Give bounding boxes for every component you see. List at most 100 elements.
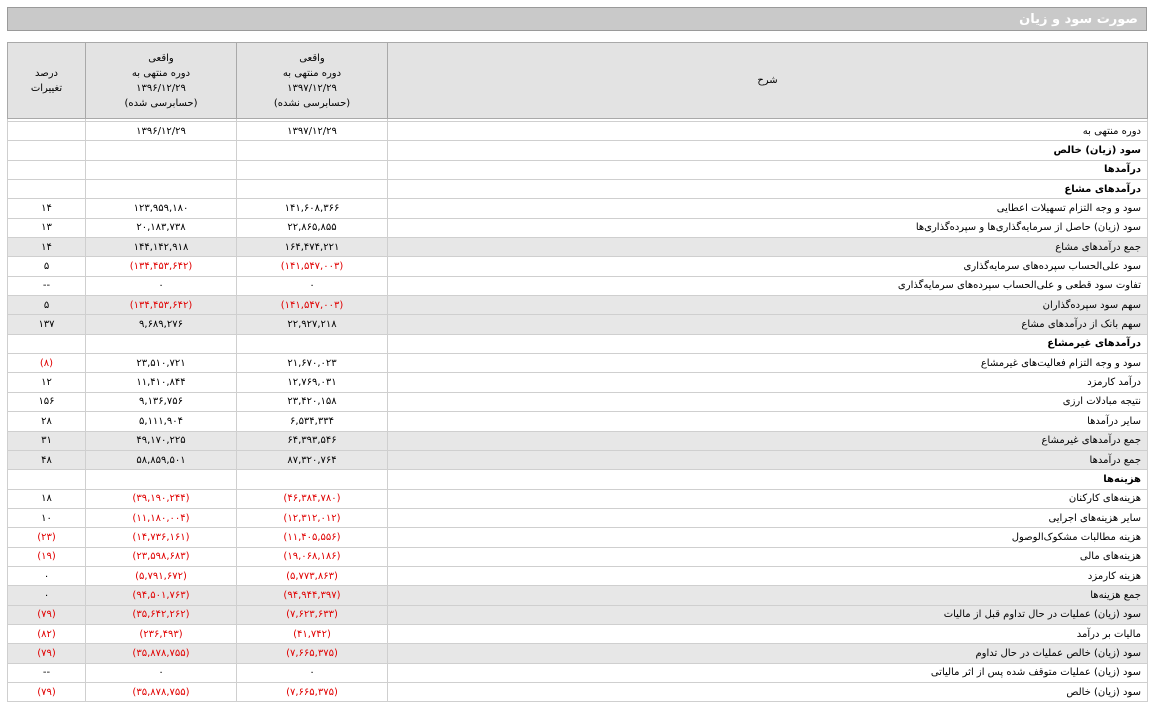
row-current-value: ۱۳۹۷/۱۲/۲۹	[236, 120, 388, 142]
row-description: سود (زیان) عملیات متوقف شده پس از اثر ما…	[387, 662, 1148, 683]
row-percent-change: (۲۳)	[7, 527, 86, 548]
header-current-period: واقعی دوره منتهی به ۱۳۹۷/۱۲/۲۹ (حسابرسی …	[236, 42, 388, 119]
table-row: جمع درآمدهای غیرمشاع ۶۴,۳۹۳,۵۴۶ ۴۹,۱۷۰,۲۲۵…	[7, 430, 1148, 451]
row-percent-change: ۱۲	[7, 372, 86, 393]
row-percent-change: --	[7, 662, 86, 683]
row-current-value	[236, 140, 388, 161]
row-percent-change: --	[7, 275, 86, 297]
row-current-value: (۵,۷۷۳,۸۶۳)	[236, 565, 388, 587]
table-row: درآمدهای غیرمشاع	[7, 333, 1148, 355]
row-description: سایر درآمدها	[387, 411, 1148, 432]
row-percent-change: ۱۰	[7, 507, 86, 529]
table-row: سایر هزینه‌های اجرایی (۱۲,۳۱۲,۰۱۲) (۱۱,۱۸۰…	[7, 507, 1148, 529]
table-row: سود و وجه التزام فعالیت‌های غیرمشاع ۲۱,۶۷…	[7, 353, 1148, 374]
row-percent-change: (۷۹)	[7, 643, 86, 664]
row-current-value: ۱۶۴,۴۷۴,۲۲۱	[236, 237, 388, 258]
row-description: هزینه‌های کارکنان	[387, 488, 1148, 509]
row-description: سایر هزینه‌های اجرایی	[387, 507, 1148, 529]
row-previous-value: ۱۱,۴۱۰,۸۴۴	[85, 372, 237, 393]
row-percent-change: ۲۸	[7, 411, 86, 432]
row-previous-value: ۹,۶۸۹,۲۷۶	[85, 314, 237, 335]
row-description: درآمدهای مشاع	[387, 179, 1148, 200]
table-row: نتیجه مبادلات ارزی ۲۳,۴۲۰,۱۵۸ ۹,۱۳۶,۷۵۶ ۱۵۶	[7, 391, 1148, 413]
row-percent-change: ۱۴	[7, 237, 86, 258]
row-previous-value: (۱۳۴,۴۵۳,۶۴۲)	[85, 295, 237, 316]
row-percent-change	[7, 159, 86, 181]
row-percent-change: ۱۴	[7, 198, 86, 219]
row-previous-value: ۴۹,۱۷۰,۲۲۵	[85, 430, 237, 451]
row-percent-change: ۱۳	[7, 217, 86, 239]
table-row: سود (زیان) عملیات در حال تداوم قبل از ما…	[7, 604, 1148, 625]
row-current-value: (۹۴,۹۴۴,۳۹۷)	[236, 585, 388, 606]
row-percent-change: ۰	[7, 565, 86, 587]
table-row: سود و وجه التزام تسهیلات اعطایی ۱۴۱,۶۰۸,۳…	[7, 198, 1148, 219]
row-previous-value: ۱۴۴,۱۴۲,۹۱۸	[85, 237, 237, 258]
header-previous-period: واقعی دوره منتهی به ۱۳۹۶/۱۲/۲۹ (حسابرسی …	[85, 42, 237, 119]
table-row: سود (زیان) خالص	[7, 140, 1148, 161]
row-current-value: ۲۱,۶۷۰,۰۲۳	[236, 353, 388, 374]
row-current-value: (۴۶,۳۸۴,۷۸۰)	[236, 488, 388, 509]
row-current-value: ۰	[236, 275, 388, 297]
row-description: جمع درآمدهای غیرمشاع	[387, 430, 1148, 451]
row-previous-value: ۰	[85, 275, 237, 297]
row-description: درآمدهای غیرمشاع	[387, 333, 1148, 355]
row-previous-value: ۲۳,۵۱۰,۷۲۱	[85, 353, 237, 374]
table-row: هزینه‌ها	[7, 469, 1148, 490]
header-description: شرح	[387, 42, 1148, 119]
table-row: جمع درآمدها ۸۷,۳۲۰,۷۶۴ ۵۸,۸۵۹,۵۰۱ ۴۸	[7, 449, 1148, 471]
row-current-value: (۱۹,۰۶۸,۱۸۶)	[236, 546, 388, 567]
row-current-value: (۴۱,۷۴۲)	[236, 623, 388, 645]
row-current-value: ۸۷,۳۲۰,۷۶۴	[236, 449, 388, 471]
row-description: سود (زیان) عملیات در حال تداوم قبل از ما…	[387, 604, 1148, 625]
row-description: تفاوت سود قطعی و علی‌الحساب سپرده‌های سر…	[387, 275, 1148, 297]
row-description: سود (زیان) حاصل از سرمایه‌گذاری‌ها و سپر…	[387, 217, 1148, 239]
row-percent-change: (۷۹)	[7, 604, 86, 625]
table-row: درآمد کارمزد ۱۲,۷۶۹,۰۳۱ ۱۱,۴۱۰,۸۴۴ ۱۲	[7, 372, 1148, 393]
table-body: دوره منتهی به ۱۳۹۷/۱۲/۲۹ ۱۳۹۶/۱۲/۲۹ سود (زی…	[7, 118, 1148, 702]
row-percent-change: ۱۸	[7, 488, 86, 509]
row-current-value: ۲۳,۴۲۰,۱۵۸	[236, 391, 388, 413]
row-description: سود و وجه التزام تسهیلات اعطایی	[387, 198, 1148, 219]
row-previous-value	[85, 140, 237, 161]
row-percent-change: ۱۳۷	[7, 314, 86, 335]
row-current-value: (۷,۶۶۵,۳۷۵)	[236, 643, 388, 664]
row-previous-value	[85, 179, 237, 200]
table-row: هزینه‌های مالی (۱۹,۰۶۸,۱۸۶) (۲۳,۵۹۸,۶۸۳) (۱…	[7, 546, 1148, 567]
table-row: درآمدهای مشاع	[7, 179, 1148, 200]
row-percent-change: ۳۱	[7, 430, 86, 451]
row-current-value: (۷,۶۲۳,۶۳۳)	[236, 604, 388, 625]
row-description: مالیات بر درآمد	[387, 623, 1148, 645]
row-percent-change: (۸)	[7, 353, 86, 374]
row-current-value: ۱۴۱,۶۰۸,۳۶۶	[236, 198, 388, 219]
row-previous-value	[85, 333, 237, 355]
row-current-value	[236, 179, 388, 200]
row-previous-value: (۱۱,۱۸۰,۰۰۴)	[85, 507, 237, 529]
row-previous-value: (۳۵,۶۴۲,۲۶۲)	[85, 604, 237, 625]
row-previous-value	[85, 159, 237, 181]
row-previous-value: ۵,۱۱۱,۹۰۴	[85, 411, 237, 432]
row-description: سود (زیان) خالص عملیات در حال تداوم	[387, 643, 1148, 664]
header-percent-change: درصد تغییرات	[7, 42, 86, 119]
row-description: دوره منتهی به	[387, 120, 1148, 142]
row-current-value: ۲۲,۹۲۷,۲۱۸	[236, 314, 388, 335]
row-description: سود و وجه التزام فعالیت‌های غیرمشاع	[387, 353, 1148, 374]
row-description: جمع درآمدها	[387, 449, 1148, 471]
table-row: سایر درآمدها ۶,۵۳۴,۳۳۴ ۵,۱۱۱,۹۰۴ ۲۸	[7, 411, 1148, 432]
row-previous-value: (۹۴,۵۰۱,۷۶۳)	[85, 585, 237, 606]
report-title: صورت سود و زیان	[1019, 11, 1138, 27]
row-current-value: ۰	[236, 662, 388, 683]
row-previous-value: (۲۳,۵۹۸,۶۸۳)	[85, 546, 237, 567]
row-description: سهم بانک از درآمدهای مشاع	[387, 314, 1148, 335]
row-current-value: (۱۴۱,۵۴۷,۰۰۳)	[236, 295, 388, 316]
table-row: هزینه‌های کارکنان (۴۶,۳۸۴,۷۸۰) (۳۹,۱۹۰,۲۴۴…	[7, 488, 1148, 509]
row-current-value: (۱۲,۳۱۲,۰۱۲)	[236, 507, 388, 529]
row-description: هزینه کارمزد	[387, 565, 1148, 587]
row-previous-value: (۵,۷۹۱,۶۷۲)	[85, 565, 237, 587]
row-percent-change	[7, 333, 86, 355]
table-row: تفاوت سود قطعی و علی‌الحساب سپرده‌های سر…	[7, 275, 1148, 297]
table-row: جمع هزینه‌ها (۹۴,۹۴۴,۳۹۷) (۹۴,۵۰۱,۷۶۳) ۰	[7, 585, 1148, 606]
income-statement-table: شرح واقعی دوره منتهی به ۱۳۹۷/۱۲/۲۹ (حساب…	[7, 42, 1148, 702]
table-row: سود (زیان) عملیات متوقف شده پس از اثر ما…	[7, 662, 1148, 683]
row-previous-value: ۰	[85, 662, 237, 683]
header-row: شرح واقعی دوره منتهی به ۱۳۹۷/۱۲/۲۹ (حساب…	[7, 42, 1148, 119]
